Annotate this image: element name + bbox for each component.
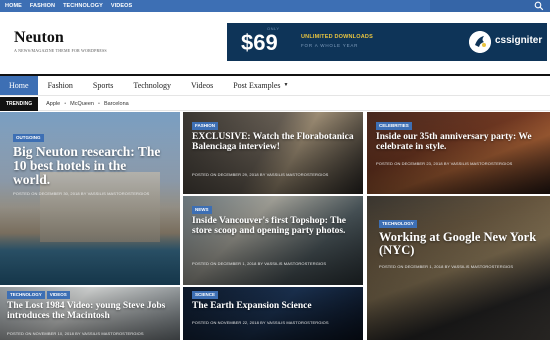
category-badge-news[interactable]: NEWS — [192, 206, 212, 214]
banner-subline: FOR A WHOLE YEAR — [301, 43, 359, 48]
banner-headline: UNLIMITED DOWNLOADS — [301, 34, 373, 40]
category-badge-science[interactable]: SCIENCE — [192, 291, 219, 299]
top-nav-technology[interactable]: TECHNOLOGY — [63, 0, 103, 12]
post-meta: POSTED ON DECEMBER 1, 2018 BY VASSILIS M… — [379, 264, 514, 269]
post-title[interactable]: The Lost 1984 Video: young Steve Jobs in… — [7, 301, 177, 322]
trending-link-mcqueen[interactable]: McQueen — [70, 101, 94, 107]
post-meta: POSTED ON DECEMBER 23, 2018 BY VASSILIS … — [376, 161, 513, 166]
featured-post-steve-jobs[interactable]: TECHNOLOGY VIDEOS The Lost 1984 Video: y… — [0, 287, 180, 340]
separator-dot-icon: • — [64, 100, 67, 107]
nav-item-post-examples[interactable]: Post Examples ▼ — [223, 76, 298, 95]
category-badge-fashion[interactable]: FASHION — [192, 122, 219, 130]
post-meta: POSTED ON DECEMBER 29, 2018 BY VASSILIS … — [192, 172, 329, 177]
category-badge-celebrities[interactable]: CELEBRITIES — [376, 122, 412, 130]
post-badges: CELEBRITIES — [376, 122, 412, 130]
post-title[interactable]: Working at Google New York (NYC) — [379, 230, 547, 257]
post-title[interactable]: The Earth Expansion Science — [192, 301, 360, 312]
site-tagline: A NEWS/MAGAZINE THEME FOR WORDPRESS — [14, 48, 107, 53]
featured-post-hotels[interactable]: OUTGOING Big Neuton research: The 10 bes… — [0, 112, 180, 285]
post-meta: POSTED ON DECEMBER 1, 2018 BY VASSILIS M… — [192, 261, 327, 266]
post-meta: POSTED ON NOVEMBER 22, 2018 BY VASSILIS … — [192, 320, 329, 325]
ad-banner[interactable]: ONLY $69 UNLIMITED DOWNLOADS FOR A WHOLE… — [227, 23, 547, 61]
post-badges: NEWS — [192, 206, 212, 214]
featured-post-earth-expansion[interactable]: SCIENCE The Earth Expansion Science POST… — [183, 287, 363, 340]
post-badges: TECHNOLOGY VIDEOS — [7, 291, 70, 299]
post-title[interactable]: Big Neuton research: The 10 best hotels … — [13, 144, 163, 188]
featured-post-google-nyc[interactable]: TECHNOLOGY Working at Google New York (N… — [367, 196, 550, 340]
trending-link-apple[interactable]: Apple — [46, 101, 60, 107]
top-nav-home[interactable]: HOME — [5, 0, 22, 12]
main-nav: Home Fashion Sports Technology Videos Po… — [0, 76, 550, 96]
chevron-down-icon: ▼ — [283, 83, 289, 89]
category-badge-videos[interactable]: VIDEOS — [46, 291, 70, 299]
trending-label: TRENDING — [0, 96, 39, 111]
banner-price: $69 — [241, 30, 278, 55]
featured-post-anniversary[interactable]: CELEBRITIES Inside our 35th anniversary … — [367, 112, 550, 194]
post-meta: POSTED ON NOVEMBER 10, 2018 BY VASSILIS … — [7, 331, 144, 336]
top-nav: HOME FASHION TECHNOLOGY VIDEOS — [5, 0, 132, 12]
search-input[interactable] — [430, 0, 550, 12]
category-badge-technology[interactable]: TECHNOLOGY — [7, 291, 45, 299]
post-title[interactable]: EXCLUSIVE: Watch the Florabotanica Balen… — [192, 132, 357, 153]
top-bar: HOME FASHION TECHNOLOGY VIDEOS — [0, 0, 550, 12]
search-icon[interactable] — [534, 1, 544, 11]
featured-post-topshop[interactable]: NEWS Inside Vancouver's first Topshop: T… — [183, 196, 363, 285]
post-badges: SCIENCE — [192, 291, 219, 299]
post-badges: OUTGOING — [13, 134, 44, 142]
cssigniter-logo-icon — [469, 31, 491, 53]
site-logo[interactable]: Neuton — [14, 29, 64, 47]
separator-dot-icon: • — [98, 100, 100, 107]
post-title[interactable]: Inside our 35th anniversary party: We ce… — [376, 132, 544, 153]
trending-link-barcelona[interactable]: Barcelona — [104, 101, 129, 107]
nav-item-post-examples-label: Post Examples — [233, 81, 281, 90]
banner-brand: cssigniter — [495, 35, 543, 46]
nav-item-home[interactable]: Home — [0, 76, 38, 95]
top-nav-videos[interactable]: VIDEOS — [111, 0, 132, 12]
category-badge-technology[interactable]: TECHNOLOGY — [379, 220, 417, 228]
nav-item-fashion[interactable]: Fashion — [38, 76, 83, 95]
nav-item-sports[interactable]: Sports — [83, 76, 123, 95]
post-meta: POSTED ON DECEMBER 30, 2018 BY VASSILIS … — [13, 191, 150, 196]
nav-item-videos[interactable]: Videos — [181, 76, 223, 95]
post-badges: FASHION — [192, 122, 219, 130]
nav-item-technology[interactable]: Technology — [123, 76, 181, 95]
trending-bar: TRENDING Apple • McQueen • Barcelona — [0, 96, 550, 111]
featured-post-florabotanica[interactable]: FASHION EXCLUSIVE: Watch the Florabotani… — [183, 112, 363, 194]
top-nav-fashion[interactable]: FASHION — [30, 0, 55, 12]
category-badge-outgoing[interactable]: OUTGOING — [13, 134, 44, 142]
post-badges: TECHNOLOGY — [379, 220, 417, 228]
post-title[interactable]: Inside Vancouver's first Topshop: The st… — [192, 216, 360, 237]
trending-links: Apple • McQueen • Barcelona — [46, 101, 129, 107]
